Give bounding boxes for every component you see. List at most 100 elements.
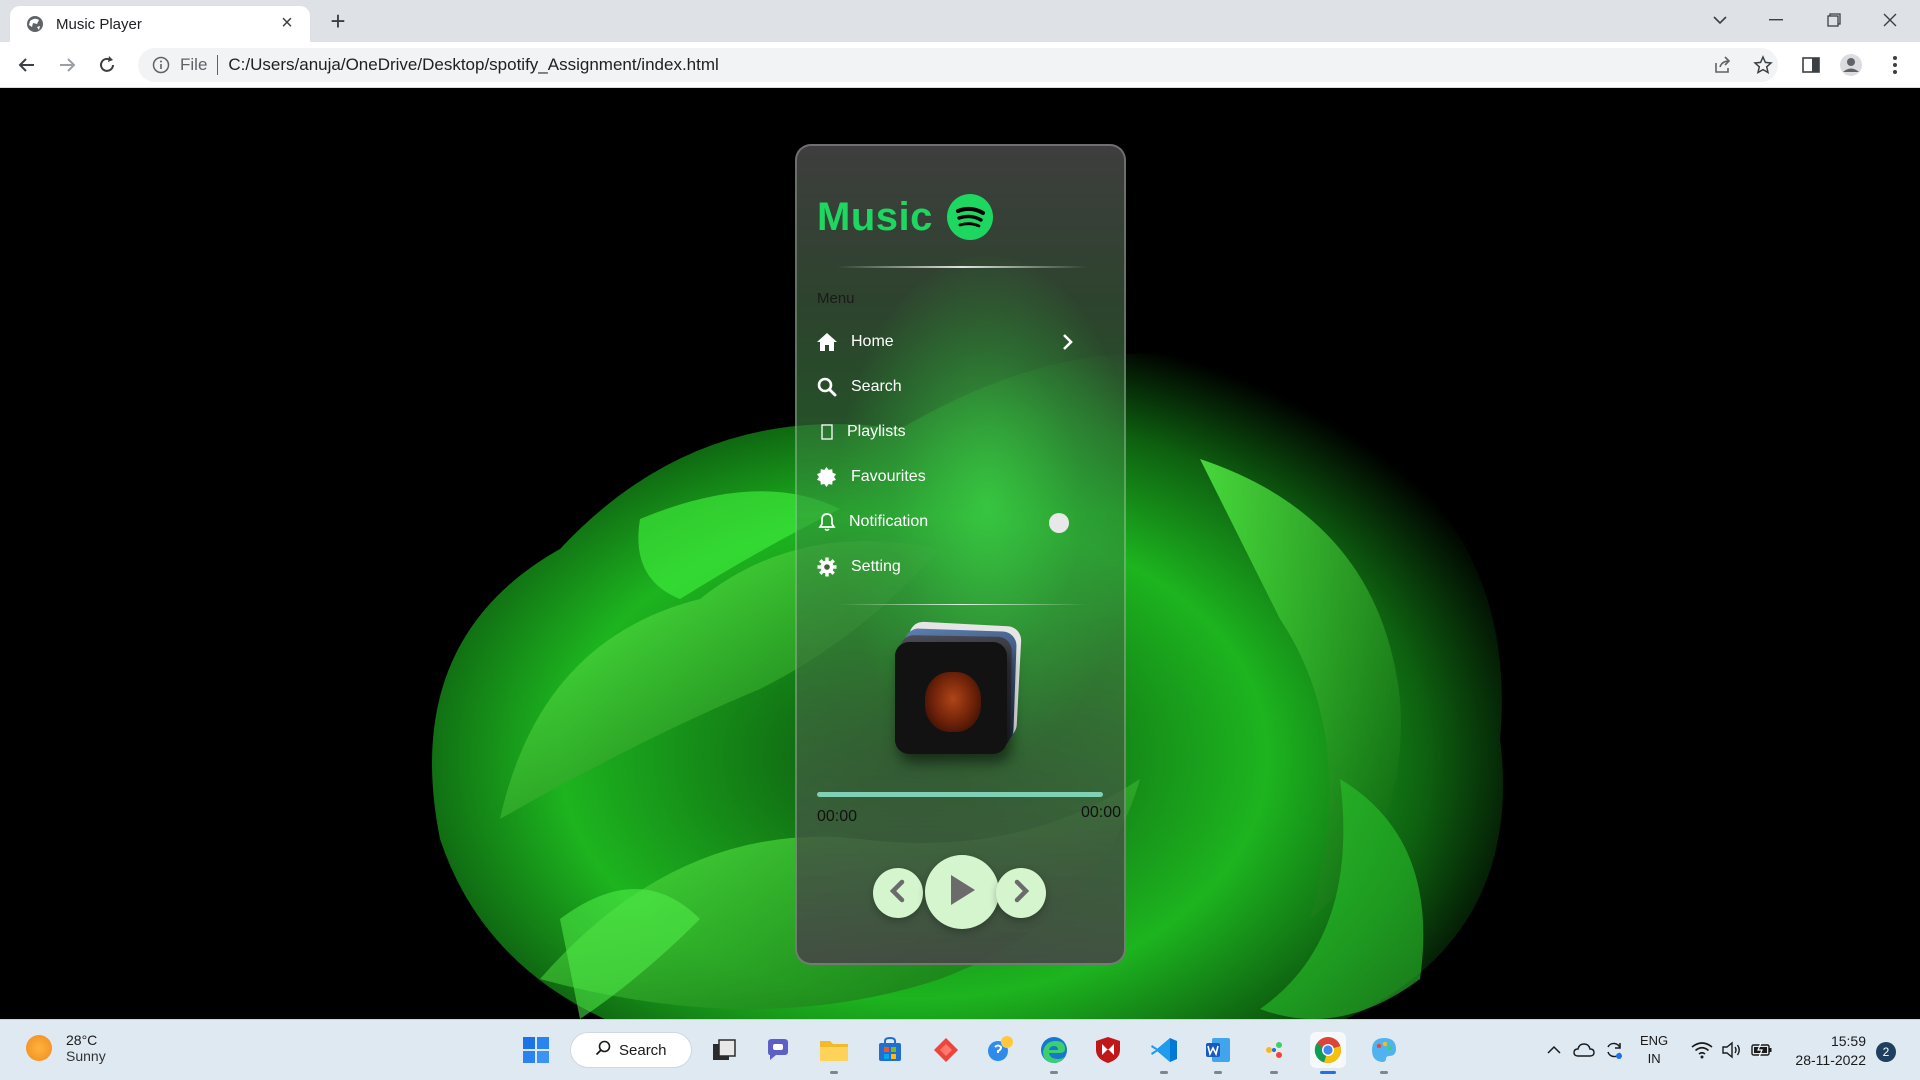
language-code: ENG bbox=[1640, 1033, 1669, 1048]
profile-avatar[interactable] bbox=[1836, 50, 1866, 80]
sun-icon bbox=[26, 1035, 52, 1061]
close-window-button[interactable] bbox=[1862, 0, 1918, 40]
system-clock[interactable]: 15:59 28-11-2022 bbox=[1790, 1032, 1866, 1070]
menu-item-notification[interactable]: Notification bbox=[815, 506, 1105, 538]
current-time: 00:00 bbox=[817, 808, 858, 825]
browser-tab[interactable]: Music Player × bbox=[10, 6, 310, 42]
file-explorer-icon[interactable] bbox=[816, 1032, 852, 1074]
reload-button[interactable] bbox=[92, 50, 122, 80]
edge-browser-icon[interactable] bbox=[1036, 1032, 1072, 1074]
globe-icon bbox=[26, 15, 44, 33]
anydesk-icon[interactable] bbox=[928, 1032, 964, 1068]
menu-item-label: Home bbox=[851, 333, 894, 350]
minimize-button[interactable] bbox=[1748, 0, 1804, 40]
microsoft-store-icon[interactable] bbox=[872, 1032, 908, 1068]
total-time: 00:00 bbox=[1081, 804, 1122, 821]
tips-app-icon[interactable] bbox=[982, 1032, 1018, 1068]
menu-item-label: Setting bbox=[851, 558, 901, 575]
weather-condition: Sunny bbox=[66, 1048, 106, 1064]
bell-icon bbox=[815, 510, 839, 534]
bookmark-star-icon[interactable] bbox=[1748, 50, 1778, 80]
next-track-button[interactable] bbox=[996, 868, 1046, 918]
running-indicator bbox=[1380, 1071, 1388, 1074]
running-indicator bbox=[1160, 1071, 1168, 1074]
home-icon bbox=[815, 330, 839, 354]
address-separator bbox=[217, 55, 219, 75]
running-indicator bbox=[1050, 1071, 1058, 1074]
notification-toggle[interactable] bbox=[1049, 513, 1069, 533]
address-scheme-label: File bbox=[180, 55, 208, 74]
chrome-icon[interactable] bbox=[1310, 1032, 1346, 1074]
chevron-right-icon bbox=[1010, 879, 1032, 908]
tab-strip: Music Player × + bbox=[0, 0, 1920, 42]
clock-time: 15:59 bbox=[1830, 1033, 1866, 1049]
show-hidden-icons-chevron-icon[interactable] bbox=[1542, 1038, 1566, 1062]
region-code: IN bbox=[1647, 1051, 1661, 1066]
notification-count-badge[interactable]: 2 bbox=[1876, 1042, 1896, 1062]
menu-item-favourites[interactable]: Favourites bbox=[815, 461, 1105, 493]
menu-item-playlists[interactable]: Playlists bbox=[815, 416, 1105, 448]
start-button[interactable] bbox=[518, 1032, 554, 1068]
mcafee-icon[interactable] bbox=[1090, 1032, 1126, 1068]
play-icon bbox=[947, 873, 977, 912]
play-button[interactable] bbox=[925, 855, 999, 929]
battery-icon[interactable] bbox=[1750, 1038, 1774, 1062]
task-view-icon[interactable] bbox=[706, 1032, 742, 1068]
menu-item-home[interactable]: Home bbox=[815, 326, 1105, 358]
sync-icon[interactable] bbox=[1602, 1038, 1626, 1062]
header-divider bbox=[837, 266, 1087, 268]
badge-icon bbox=[815, 465, 839, 489]
browser-toolbar: File C:/Users/anuja/OneDrive/Desktop/spo… bbox=[0, 42, 1920, 88]
onedrive-cloud-icon[interactable] bbox=[1572, 1038, 1596, 1062]
weather-widget[interactable]: 28°C Sunny bbox=[26, 1032, 106, 1064]
menu-item-label: Playlists bbox=[847, 423, 906, 440]
previous-track-button[interactable] bbox=[873, 868, 923, 918]
new-tab-button[interactable]: + bbox=[324, 8, 352, 36]
chevron-left-icon bbox=[887, 879, 909, 908]
search-icon bbox=[815, 375, 839, 399]
share-icon[interactable] bbox=[1708, 50, 1738, 80]
input-language-indicator[interactable]: ENG IN bbox=[1640, 1032, 1668, 1068]
paint-app-icon[interactable] bbox=[1366, 1032, 1402, 1074]
running-indicator bbox=[1320, 1071, 1336, 1074]
playlist-icon bbox=[815, 420, 839, 444]
album-cover-current bbox=[895, 642, 1007, 754]
menu-item-setting[interactable]: Setting bbox=[815, 551, 1105, 583]
menu-item-search[interactable]: Search bbox=[815, 371, 1105, 403]
info-icon[interactable] bbox=[152, 56, 170, 74]
volume-icon[interactable] bbox=[1720, 1038, 1744, 1062]
git-app-icon[interactable] bbox=[1256, 1032, 1292, 1074]
running-indicator bbox=[1214, 1071, 1222, 1074]
tab-search-chevron-icon[interactable] bbox=[1692, 0, 1748, 40]
album-art-stack[interactable] bbox=[895, 621, 1025, 764]
clock-date: 28-11-2022 bbox=[1795, 1052, 1866, 1068]
brand-title: Music bbox=[817, 194, 933, 239]
teams-chat-icon[interactable] bbox=[760, 1032, 796, 1068]
browser-menu-icon[interactable] bbox=[1880, 50, 1910, 80]
chevron-right-icon[interactable] bbox=[1057, 332, 1077, 352]
running-indicator bbox=[1270, 1071, 1278, 1074]
back-button[interactable] bbox=[12, 50, 42, 80]
search-icon bbox=[595, 1040, 611, 1061]
menu-heading: Menu bbox=[817, 290, 855, 307]
running-indicator bbox=[830, 1071, 838, 1074]
album-cover-art bbox=[925, 672, 981, 732]
windows-taskbar: 28°C Sunny Search ENG IN 15:59 28-11-202… bbox=[0, 1019, 1920, 1080]
tab-close-icon[interactable]: × bbox=[276, 13, 298, 35]
address-bar[interactable]: File C:/Users/anuja/OneDrive/Desktop/spo… bbox=[138, 48, 1778, 82]
vscode-icon[interactable] bbox=[1146, 1032, 1182, 1074]
menu-item-label: Search bbox=[851, 378, 902, 395]
restore-button[interactable] bbox=[1806, 0, 1862, 40]
address-url[interactable]: C:/Users/anuja/OneDrive/Desktop/spotify_… bbox=[228, 55, 718, 75]
side-panel-icon[interactable] bbox=[1796, 50, 1826, 80]
word-icon[interactable] bbox=[1200, 1032, 1236, 1074]
menu-item-label: Notification bbox=[849, 513, 929, 530]
forward-button[interactable] bbox=[52, 50, 82, 80]
track-progress-bar[interactable] bbox=[817, 792, 1103, 797]
menu-divider bbox=[837, 604, 1087, 605]
brand-header: Music bbox=[817, 194, 993, 240]
menu-item-label: Favourites bbox=[851, 468, 926, 485]
wifi-icon[interactable] bbox=[1690, 1038, 1714, 1062]
taskbar-search[interactable]: Search bbox=[570, 1032, 692, 1068]
page-viewport: Music Menu Home Search Playlists Favouri… bbox=[0, 89, 1920, 1019]
